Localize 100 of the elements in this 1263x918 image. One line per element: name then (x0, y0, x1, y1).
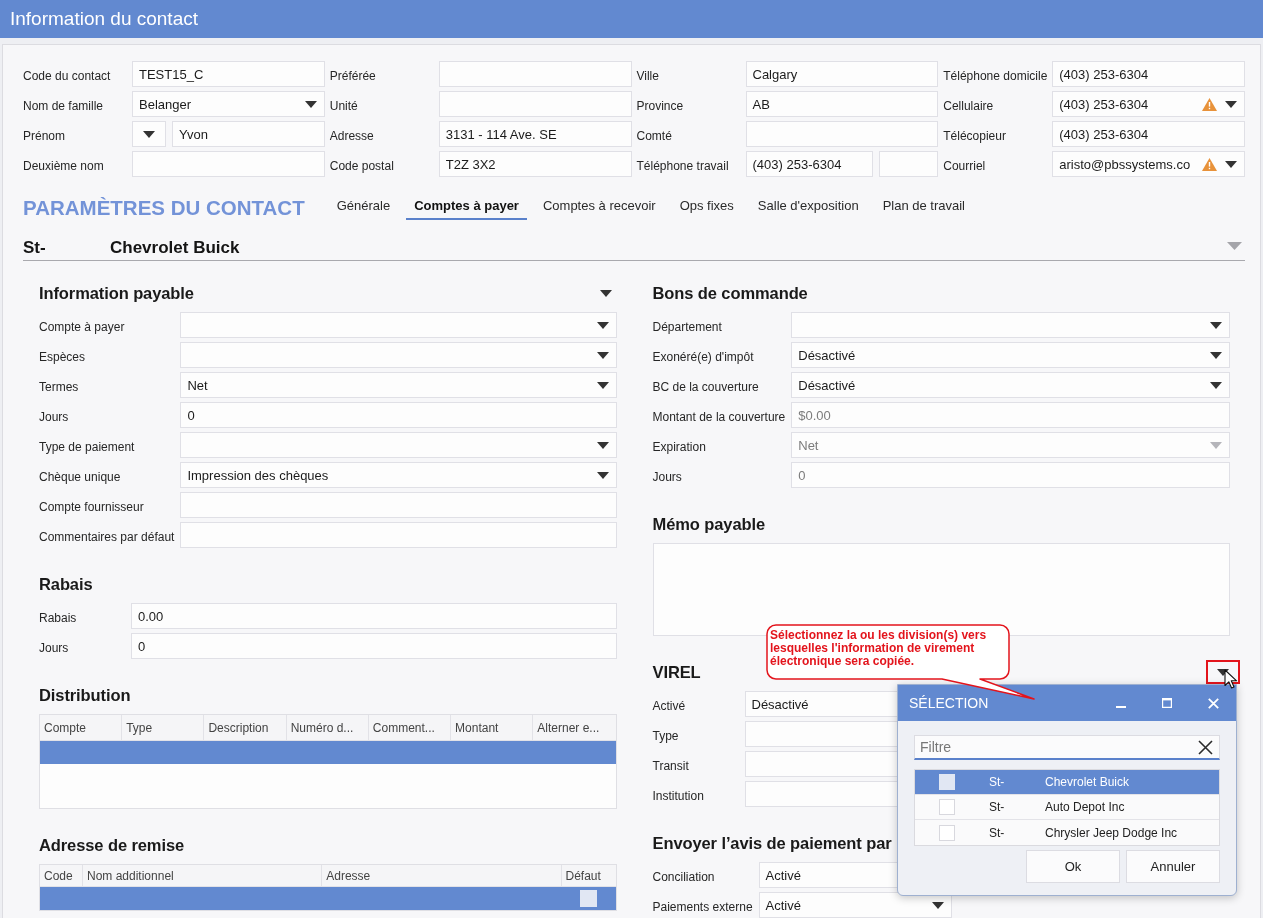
caret-icon (1210, 351, 1222, 359)
dropdown-field[interactable]: Désactivé (791, 342, 1230, 368)
text-field[interactable]: (403) 253-6304 (1052, 121, 1245, 147)
tab[interactable]: Générale (328, 196, 399, 220)
column-header[interactable]: Description (204, 715, 287, 740)
text-field[interactable]: (403) 253-6304 (1052, 61, 1245, 87)
text-field[interactable] (879, 151, 939, 177)
caret-icon[interactable] (599, 289, 612, 297)
text-field[interactable] (180, 492, 617, 518)
section-heading: Adresse de remise (39, 835, 185, 855)
dropdown-field[interactable]: Désactivé (791, 372, 1230, 398)
dropdown-field[interactable] (791, 312, 1230, 338)
column-header[interactable]: Adresse (322, 865, 562, 886)
caret-icon (1210, 321, 1222, 329)
field-label: Conciliation (652, 868, 716, 884)
filter-field[interactable]: Filtre (914, 735, 1220, 760)
text-field[interactable]: Calgary (745, 61, 939, 87)
cursor-icon (1224, 669, 1238, 689)
text-field[interactable]: (403) 253-6304 (745, 151, 874, 177)
column-header[interactable]: Type (122, 715, 205, 740)
dropdown-field[interactable]: Activé (758, 892, 952, 918)
column-header[interactable]: Compte (40, 715, 123, 740)
checkbox[interactable] (939, 799, 955, 815)
dropdown-field[interactable]: Net (180, 372, 617, 398)
field-label: Transit (652, 757, 690, 773)
maximize-icon (1162, 698, 1172, 708)
section-heading: Envoyer l’avis de paiement par (652, 833, 892, 853)
checkbox[interactable] (939, 824, 955, 841)
text-field[interactable] (438, 61, 632, 87)
caret-icon (304, 100, 317, 108)
column-header[interactable]: Montant (451, 715, 534, 740)
list-row[interactable]: St- Chrysler Jeep Dodge Inc (915, 820, 1219, 845)
dropdown-field[interactable]: aristo@pbssystems.co (1052, 151, 1245, 177)
text-field[interactable]: Yvon (172, 121, 325, 147)
dropdown-field[interactable]: Belanger (132, 91, 325, 117)
text-field[interactable]: 0.00 (131, 603, 617, 629)
caret-icon (143, 130, 155, 138)
tab[interactable]: Plan de travail (874, 196, 973, 220)
division-code: St- (989, 825, 1006, 840)
text-field[interactable] (745, 121, 939, 147)
dropdown-field[interactable] (132, 121, 166, 147)
division-code: St- (23, 238, 47, 258)
tab[interactable]: Salle d'exposition (749, 196, 867, 220)
field-label: Espèces (39, 348, 87, 364)
settings-heading: PARAMÈTRES DU CONTACT (23, 196, 305, 220)
text-field[interactable]: 0 (131, 633, 617, 659)
list-row[interactable]: St- Chevrolet Buick (915, 770, 1219, 795)
field-label: Activé (652, 697, 687, 713)
field-label: Préférée (329, 67, 377, 83)
text-field[interactable]: 0 (180, 402, 617, 428)
callout-text: Sélectionnez la ou les division(s) vers lesquelles l'information de virement électronique sera copiée. (770, 629, 988, 668)
list-row[interactable]: St- Auto Depot Inc (915, 795, 1219, 820)
checkbox[interactable] (580, 890, 597, 907)
caret-icon (931, 901, 944, 909)
text-field[interactable] (438, 91, 632, 117)
text-field[interactable]: 3131 - 114 Ave. SE (438, 121, 632, 147)
dropdown-field[interactable] (180, 432, 617, 458)
column-header[interactable]: Défaut (561, 865, 616, 886)
column-header[interactable]: Alterner e... (533, 715, 616, 740)
column-header[interactable]: Comment... (368, 715, 452, 740)
dialog-button[interactable]: Annuler (1126, 850, 1220, 883)
close-icon[interactable] (1198, 740, 1213, 755)
section-heading: Information payable (39, 283, 194, 303)
text-field[interactable]: TEST15_C (132, 61, 325, 87)
tab[interactable]: Comptes à payer (406, 196, 527, 220)
field-label: Téléphone travail (636, 157, 730, 173)
text-field[interactable] (180, 522, 617, 548)
division-code: St- (989, 800, 1006, 814)
field-label: Montant de la couverture (652, 408, 786, 424)
tab[interactable]: Comptes à recevoir (534, 196, 664, 220)
dropdown-field[interactable] (180, 342, 617, 368)
column-header[interactable]: Numéro d... (286, 715, 369, 740)
column-header[interactable]: Nom additionnel (83, 865, 323, 886)
table-row[interactable] (40, 887, 616, 910)
tab[interactable]: Ops fixes (671, 196, 742, 220)
division-name: Chevrolet Buick (1045, 775, 1130, 789)
field-label: Télécopieur (943, 127, 1007, 143)
column-header[interactable]: Code (40, 865, 83, 886)
field-label: Compte à payer (39, 318, 126, 334)
dialog-button[interactable]: Ok (1026, 850, 1120, 883)
field-label: Cellulaire (943, 97, 995, 113)
division-name: Chrysler Jeep Dodge Inc (1045, 825, 1178, 840)
checkbox[interactable] (939, 774, 955, 790)
minimize-icon (1116, 706, 1126, 708)
field-label: Province (636, 97, 685, 113)
section-heading: Distribution (39, 685, 131, 705)
dropdown-field[interactable]: Impression des chèques (180, 462, 617, 488)
field-label: Expiration (652, 438, 707, 454)
field-label: Deuxième nom (23, 157, 105, 173)
text-field[interactable] (132, 151, 325, 177)
field-label: Adresse (329, 127, 375, 143)
text-field[interactable]: T2Z 3X2 (438, 151, 632, 177)
dropdown-field[interactable] (180, 312, 617, 338)
section-heading: Bons de commande (652, 283, 808, 303)
field-label: Type (652, 727, 680, 743)
text-field[interactable]: AB (745, 91, 939, 117)
dropdown-field[interactable]: (403) 253-6304 (1052, 91, 1245, 117)
caret-icon (1210, 381, 1222, 389)
section-heading: Rabais (39, 574, 93, 594)
field-label: BC de la couverture (652, 378, 760, 394)
